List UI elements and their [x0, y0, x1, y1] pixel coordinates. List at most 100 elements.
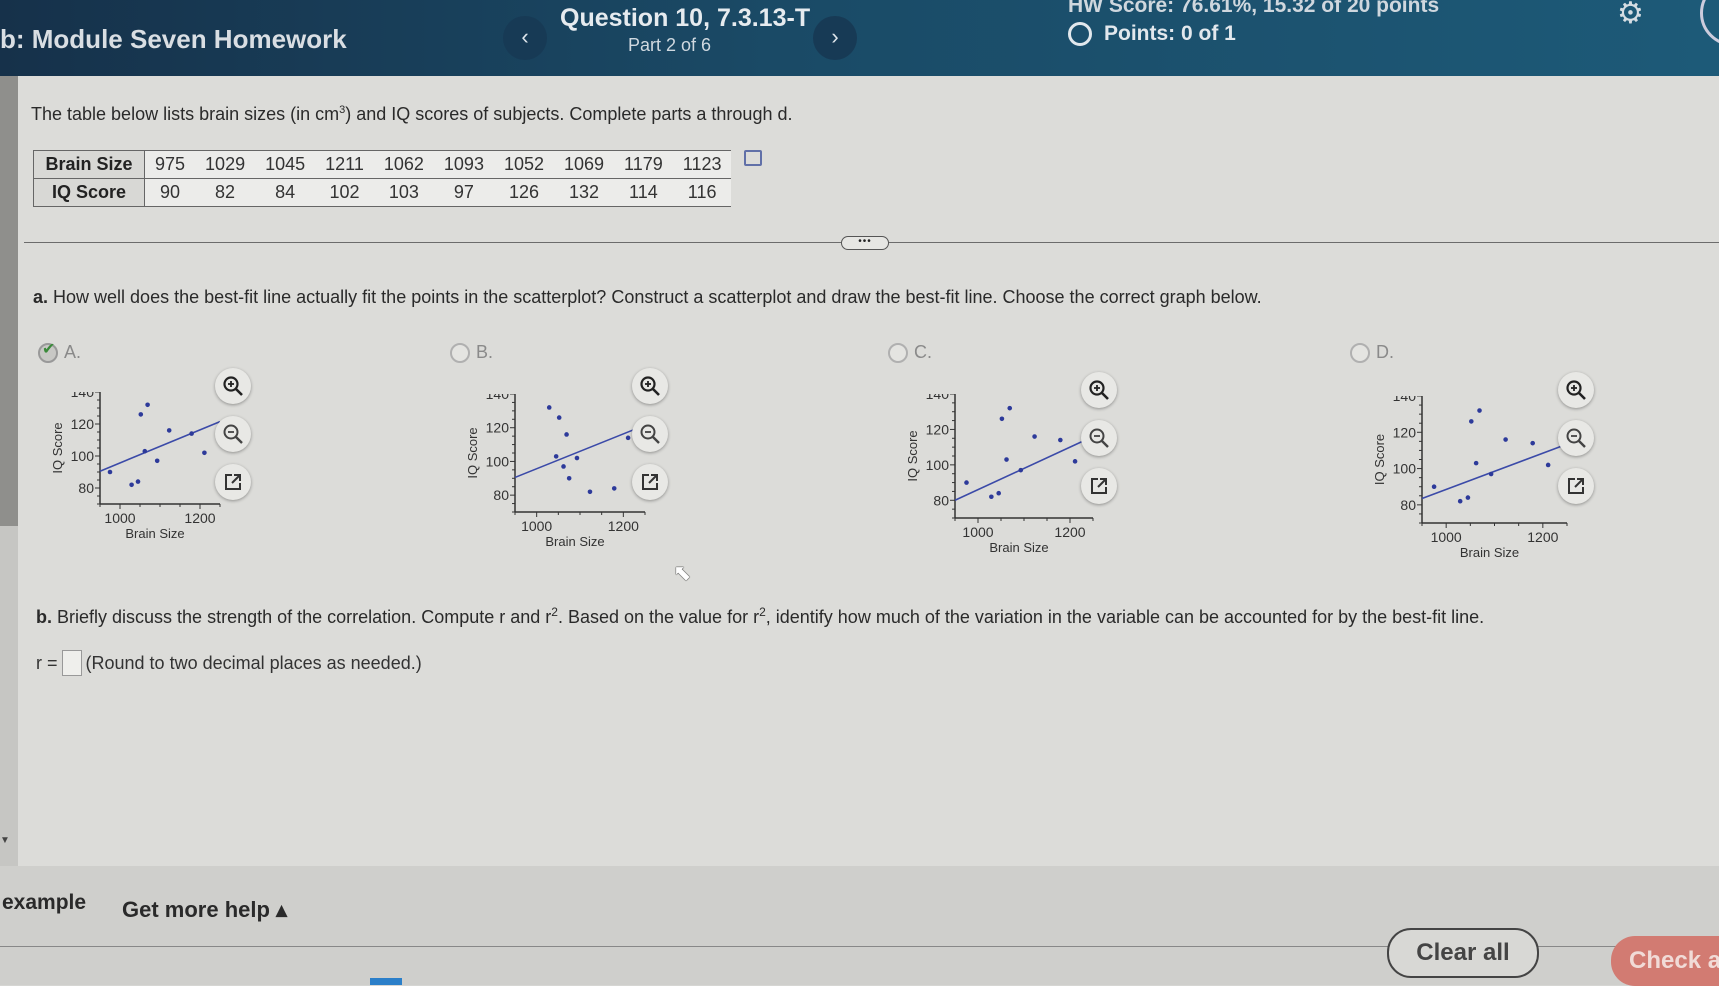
data-point	[1477, 408, 1482, 413]
data-point	[996, 490, 1001, 496]
get-more-help-link[interactable]: Get more help ▴	[122, 897, 287, 923]
data-point	[1018, 467, 1024, 473]
zoom-in-button[interactable]	[1558, 372, 1594, 408]
zoom-out-icon	[1565, 427, 1587, 449]
copy-data-icon[interactable]	[744, 150, 762, 166]
points-text: Points: 0 of 1	[1104, 22, 1236, 45]
zoom-in-button[interactable]	[215, 368, 251, 404]
radio-button[interactable]	[888, 342, 908, 363]
option-letter: A.	[64, 342, 82, 362]
y-tick-label: 140	[486, 394, 510, 402]
scatterplot-d: 80 100 120 140 1000 1200 Brain Size IQ Score	[1372, 396, 1568, 560]
data-point	[1465, 495, 1471, 500]
data-point	[1545, 462, 1551, 468]
data-point	[546, 405, 552, 410]
data-point	[145, 402, 150, 408]
zoom-in-button[interactable]	[1081, 372, 1117, 408]
zoom-out-button[interactable]	[632, 416, 668, 452]
x-tick-label: 1000	[521, 518, 552, 534]
data-point	[1469, 419, 1474, 424]
row-header: IQ Score	[33, 178, 145, 207]
zoom-out-button[interactable]	[1558, 420, 1594, 456]
y-tick-label: 120	[71, 416, 95, 432]
data-point	[138, 412, 144, 417]
data-point	[1004, 457, 1009, 462]
data-point	[611, 486, 617, 491]
table-cell: 84	[255, 178, 316, 207]
data-point	[625, 435, 631, 441]
best-fit-line	[954, 435, 1094, 502]
option-a[interactable]: A.	[38, 339, 82, 363]
radio-button[interactable]	[450, 342, 470, 363]
data-point	[574, 455, 580, 461]
zoom-out-button[interactable]	[1081, 420, 1117, 456]
y-tick-label: 100	[926, 457, 950, 473]
open-external-button[interactable]	[1081, 468, 1117, 504]
y-tick-label: 140	[926, 394, 950, 402]
next-question-button[interactable]: ›	[813, 16, 857, 60]
question-part: Part 2 of 6	[628, 35, 712, 55]
data-point	[1530, 440, 1535, 446]
table-cell: 132	[554, 178, 615, 207]
taskbar-indicator	[370, 978, 402, 985]
data-point	[989, 494, 994, 500]
table-cell: 82	[195, 178, 256, 207]
clear-all-button[interactable]: Clear all	[1387, 928, 1539, 978]
left-strip-lower	[0, 526, 18, 866]
check-answer-button[interactable]: Check a	[1611, 936, 1719, 986]
data-point	[1503, 437, 1508, 442]
data-point	[561, 464, 566, 469]
zoom-out-button[interactable]	[215, 416, 251, 452]
part-b-text: . Based on the value for r	[557, 607, 760, 627]
menu-button-partial[interactable]	[1700, 0, 1719, 46]
part-b-question: b. Briefly discuss the strength of the c…	[36, 605, 1484, 628]
previous-question-button[interactable]: ‹	[503, 16, 547, 60]
data-point	[1032, 434, 1037, 439]
option-b[interactable]: B.	[450, 342, 493, 363]
zoom-out-icon	[1088, 427, 1110, 449]
best-fit-line	[99, 420, 221, 472]
gear-icon[interactable]: ⚙	[1617, 0, 1651, 30]
table-cell: 1045	[255, 150, 316, 179]
table-cell: 1062	[373, 150, 434, 179]
radio-button[interactable]	[1350, 342, 1370, 363]
intro-text-part: ) and IQ scores of subjects. Complete pa…	[345, 104, 793, 124]
open-external-icon	[1566, 476, 1586, 496]
data-point	[999, 416, 1005, 422]
x-tick-label: 1000	[104, 510, 135, 526]
y-tick-label: 140	[1393, 396, 1417, 404]
x-tick-label: 1200	[184, 510, 215, 526]
view-example-link[interactable]: example	[2, 891, 86, 915]
x-axis-label: Brain Size	[989, 540, 1048, 555]
data-point	[556, 415, 562, 420]
radio-button[interactable]	[38, 339, 58, 363]
table-row-brain-size: Brain Size 975 1029 1045 1211 1062 1093 …	[33, 150, 732, 179]
open-external-button[interactable]	[632, 464, 668, 500]
zoom-in-icon	[1088, 379, 1110, 401]
r-input[interactable]	[61, 650, 82, 676]
x-tick-label: 1200	[1054, 524, 1085, 540]
table-cell: 1123	[672, 150, 732, 179]
x-axis-label: Brain Size	[1460, 545, 1519, 560]
scatterplot-c: 80 100 120 140 1000 1200 Brain Size IQ Score	[905, 394, 1094, 555]
data-point	[129, 482, 134, 488]
collapse-caret-icon[interactable]: ▼	[0, 835, 10, 846]
y-tick-label: 140	[71, 392, 95, 400]
points-status: Points: 0 of 1	[1068, 22, 1236, 46]
table-cell: 1029	[195, 150, 256, 179]
zoom-in-button[interactable]	[632, 368, 668, 404]
open-external-button[interactable]	[1558, 468, 1594, 504]
option-c[interactable]: C.	[888, 342, 932, 363]
data-point	[566, 475, 572, 481]
hw-score: HW Score: 76.61%, 15.32 of 20 points	[1068, 0, 1440, 17]
part-a-label: a.	[33, 287, 49, 307]
open-external-button[interactable]	[215, 464, 251, 500]
y-tick-label: 100	[486, 453, 510, 469]
table-cell: 102	[315, 178, 374, 207]
option-d[interactable]: D.	[1350, 342, 1394, 363]
row-header: Brain Size	[33, 150, 145, 179]
expand-button[interactable]: •••	[841, 236, 889, 250]
chevron-left-icon: ‹	[521, 24, 529, 49]
data-point	[1072, 459, 1078, 464]
data-point	[1431, 484, 1437, 490]
